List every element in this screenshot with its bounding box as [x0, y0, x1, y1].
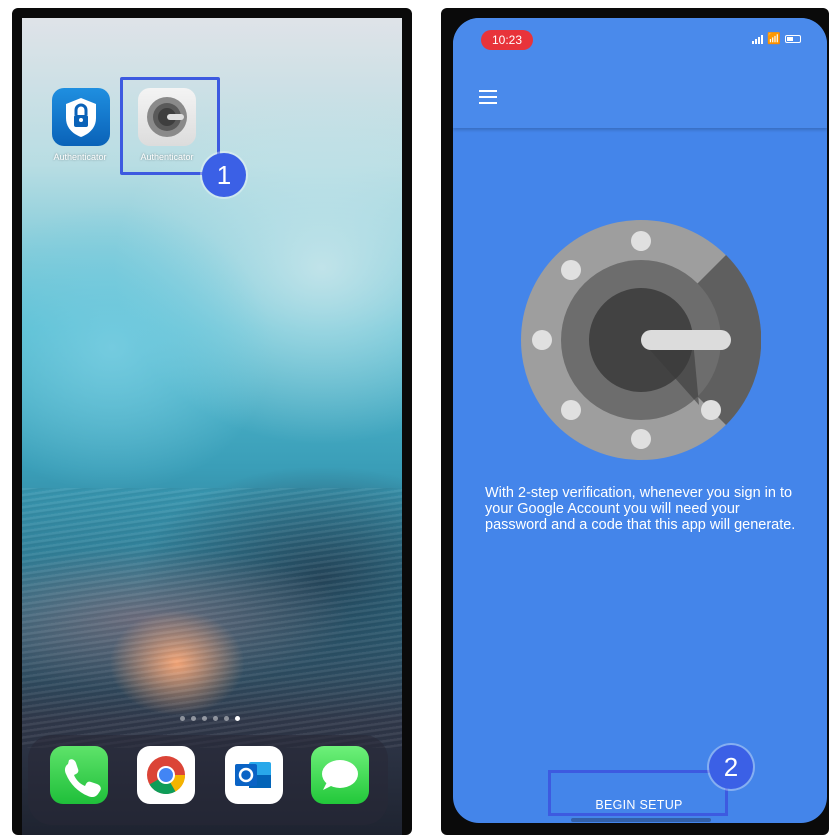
- battery-icon: [785, 35, 801, 43]
- google-authenticator-screen: 10:23 📶 With 2-step verification, whenev…: [453, 18, 827, 823]
- highlight-box-step-2: [548, 770, 728, 816]
- step-badge-2: 2: [709, 745, 753, 789]
- home-indicator: [571, 818, 711, 822]
- signal-icon: [752, 34, 764, 44]
- tutorial-canvas: 📶 Authenticator Authenticator 1: [0, 0, 829, 835]
- microsoft-authenticator-app[interactable]: [52, 88, 110, 146]
- outlook-icon: [235, 762, 271, 788]
- google-authenticator-logo: [521, 220, 761, 460]
- step-badge-1: 1: [202, 153, 246, 197]
- messages-app[interactable]: [311, 746, 369, 804]
- status-bar-icons-right: 📶: [752, 33, 801, 45]
- intro-description: With 2-step verification, whenever you s…: [485, 485, 796, 533]
- messages-icon: [322, 760, 358, 790]
- phone-icon: [64, 759, 101, 798]
- app-label-microsoft-authenticator: Authenticator: [53, 152, 107, 162]
- wallpaper-ripples: [22, 488, 402, 748]
- chrome-app[interactable]: [137, 746, 195, 804]
- hamburger-menu-icon[interactable]: [479, 90, 497, 104]
- microsoft-authenticator-icon: [66, 98, 96, 137]
- chrome-icon: [147, 756, 186, 795]
- right-phone: 10:23 📶 With 2-step verification, whenev…: [441, 8, 829, 835]
- phone-app[interactable]: [50, 746, 108, 804]
- wifi-icon: 📶: [767, 33, 781, 45]
- highlight-box-step-1: [120, 77, 220, 175]
- page-indicator: [180, 716, 240, 721]
- status-time: 10:23: [481, 30, 533, 50]
- outlook-app[interactable]: [225, 746, 283, 804]
